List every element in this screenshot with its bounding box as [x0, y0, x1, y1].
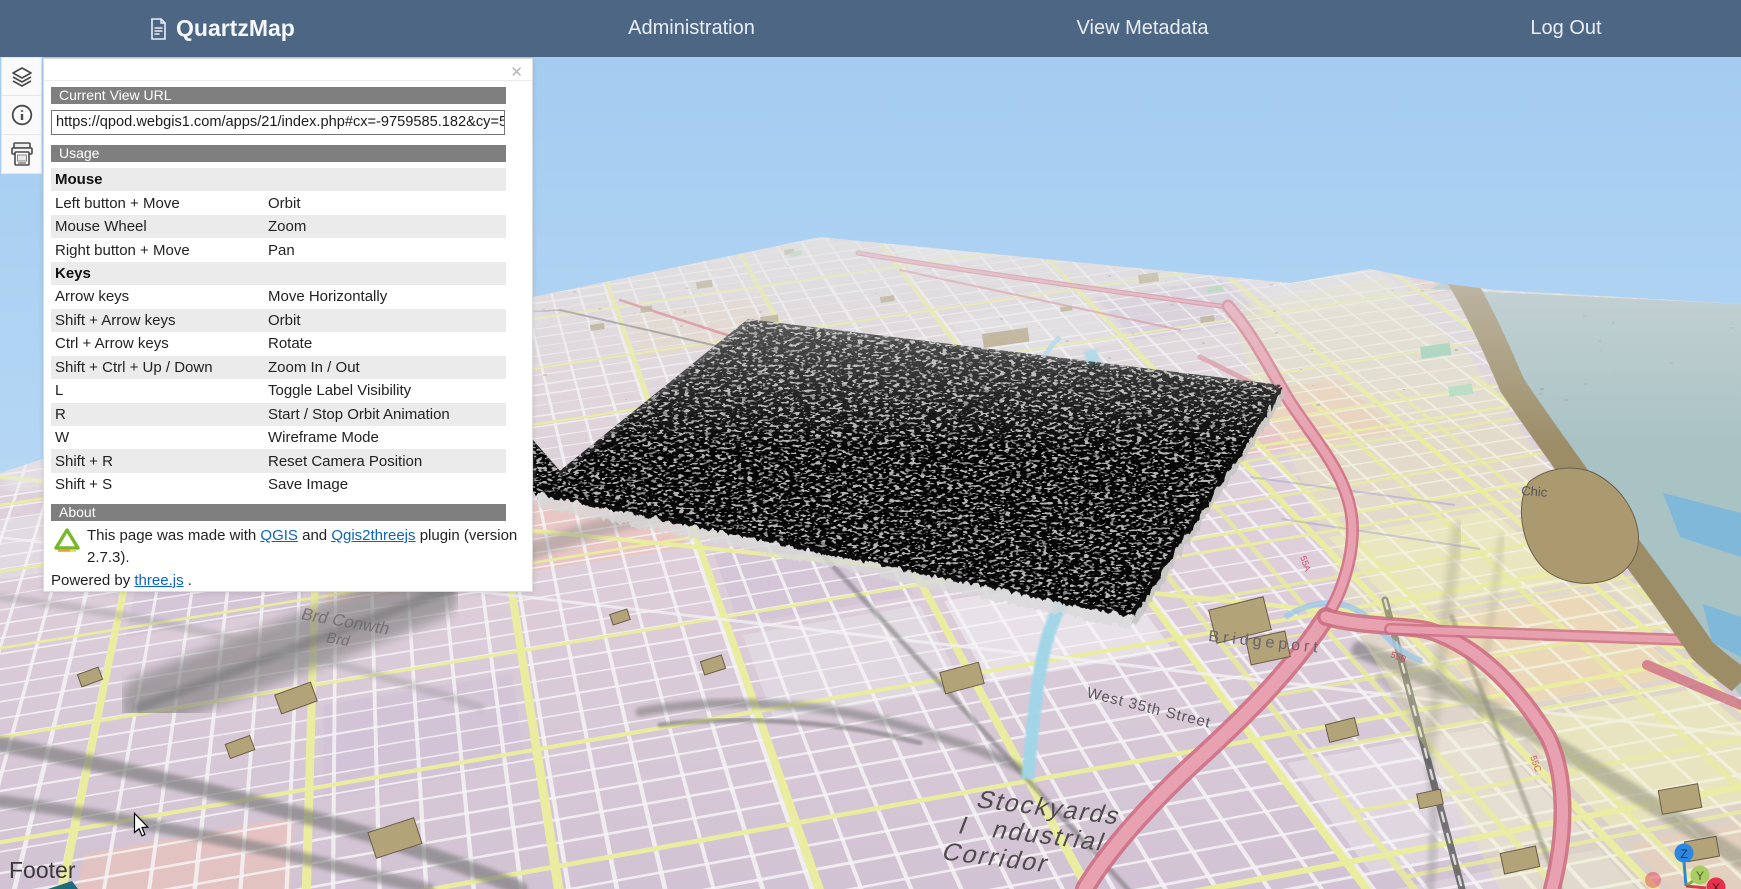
- svg-text:X: X: [1712, 881, 1720, 889]
- svg-text:Z: Z: [1680, 847, 1687, 861]
- svg-text:Chic: Chic: [1521, 483, 1548, 500]
- svg-text:Y: Y: [1696, 869, 1704, 883]
